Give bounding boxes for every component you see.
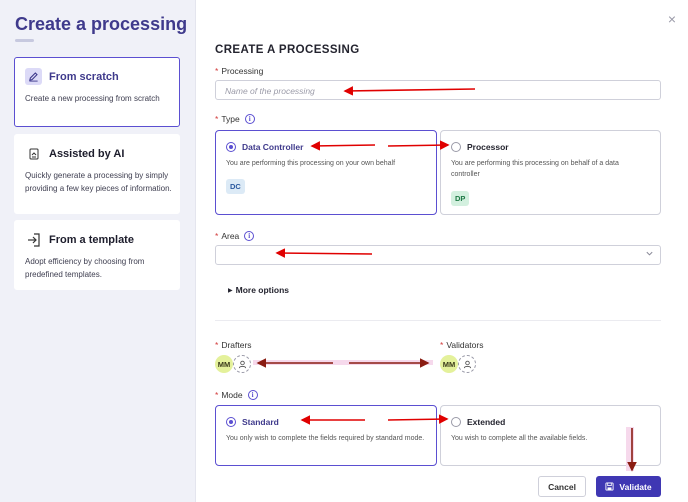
required-mark: * [215,390,219,400]
processing-input-placeholder: Name of the processing [225,86,315,96]
required-mark: * [215,114,219,124]
info-icon[interactable]: i [247,390,258,400]
mode-option-extended-title: Extended [467,417,506,427]
close-icon[interactable]: × [668,12,676,26]
type-option-data-controller-title: Data Controller [242,142,304,152]
user-icon [238,360,246,368]
option-from-scratch-label: From scratch [49,70,119,83]
option-from-scratch-description: Create a new processing from scratch [25,94,160,103]
main-title: CREATE A PROCESSING [215,44,360,56]
chevron-down-icon [645,249,654,261]
template-import-icon [25,231,42,248]
info-icon[interactable]: i [244,114,255,124]
add-validator-button[interactable] [458,355,476,373]
mode-option-extended[interactable]: Extended You wish to complete all the av… [440,405,661,466]
type-option-processor[interactable]: Processor You are performing this proces… [440,130,661,215]
validators-label: * Validators [440,340,483,350]
type-option-data-controller[interactable]: Data Controller You are performing this … [215,130,437,215]
validators-label-text: Validators [446,340,484,350]
sidebar-title: Create a processing [15,14,188,34]
sidebar-title-underline [15,39,34,42]
more-options-toggle[interactable]: ▶ More options [228,285,289,295]
mode-label-text: Mode [221,390,243,400]
type-label-text: Type [221,114,240,124]
validate-button[interactable]: Validate [596,476,661,497]
mode-option-extended-description: You wish to complete all the available f… [451,435,588,442]
validate-button-label: Validate [619,481,652,492]
cancel-button[interactable]: Cancel [538,476,586,497]
processing-label: * Processing [215,66,263,76]
drafters-label: * Drafters [215,340,252,350]
radio-standard[interactable] [226,417,236,427]
type-option-processor-description: You are performing this processing on be… [451,160,619,178]
avatar[interactable]: MM [440,355,458,373]
required-mark: * [215,231,219,241]
save-icon [605,482,614,491]
type-label: * Type i [215,114,255,124]
processing-label-text: Processing [221,66,264,76]
required-mark: * [215,66,219,76]
radio-data-controller[interactable] [226,142,236,152]
option-from-a-template-label: From a template [49,233,134,246]
option-assisted-by-ai-label: Assisted by AI [49,147,125,160]
area-label: * Area i [215,231,255,241]
type-option-data-controller-description: You are performing this processing on yo… [226,160,396,167]
mode-option-standard[interactable]: Standard You only wish to complete the f… [215,405,437,466]
badge-dc: DC [226,179,245,194]
option-assisted-by-ai[interactable]: Assisted by AI Quickly generate a proces… [14,134,180,214]
option-assisted-by-ai-description: Quickly generate a processing by simply … [25,171,172,193]
user-icon [463,360,471,368]
mode-option-standard-title: Standard [242,417,279,427]
avatar[interactable]: MM [215,355,233,373]
add-drafter-button[interactable] [233,355,251,373]
area-select[interactable] [215,245,661,265]
sidebar: Create a processing From scratch Create … [0,0,196,502]
drafters-label-text: Drafters [221,340,252,350]
area-label-text: Area [221,231,240,241]
required-mark: * [440,340,444,350]
info-icon[interactable]: i [244,231,255,241]
type-option-processor-title: Processor [467,142,509,152]
radio-extended[interactable] [451,417,461,427]
more-options-label: More options [235,285,289,295]
required-mark: * [215,340,219,350]
mode-label: * Mode i [215,390,258,400]
processing-input[interactable]: Name of the processing [215,80,661,100]
option-from-a-template[interactable]: From a template Adopt efficiency by choo… [14,220,180,290]
badge-dp: DP [451,191,470,206]
annotation-highlight [253,360,433,365]
radio-processor[interactable] [451,142,461,152]
option-from-scratch[interactable]: From scratch Create a new processing fro… [14,57,180,127]
pencil-icon [25,68,42,85]
mode-option-standard-description: You only wish to complete the fields req… [226,435,425,442]
caret-right-icon: ▶ [228,287,233,294]
divider [215,320,661,321]
ai-assist-icon [25,145,42,162]
option-from-a-template-description: Adopt efficiency by choosing from predef… [25,257,145,279]
